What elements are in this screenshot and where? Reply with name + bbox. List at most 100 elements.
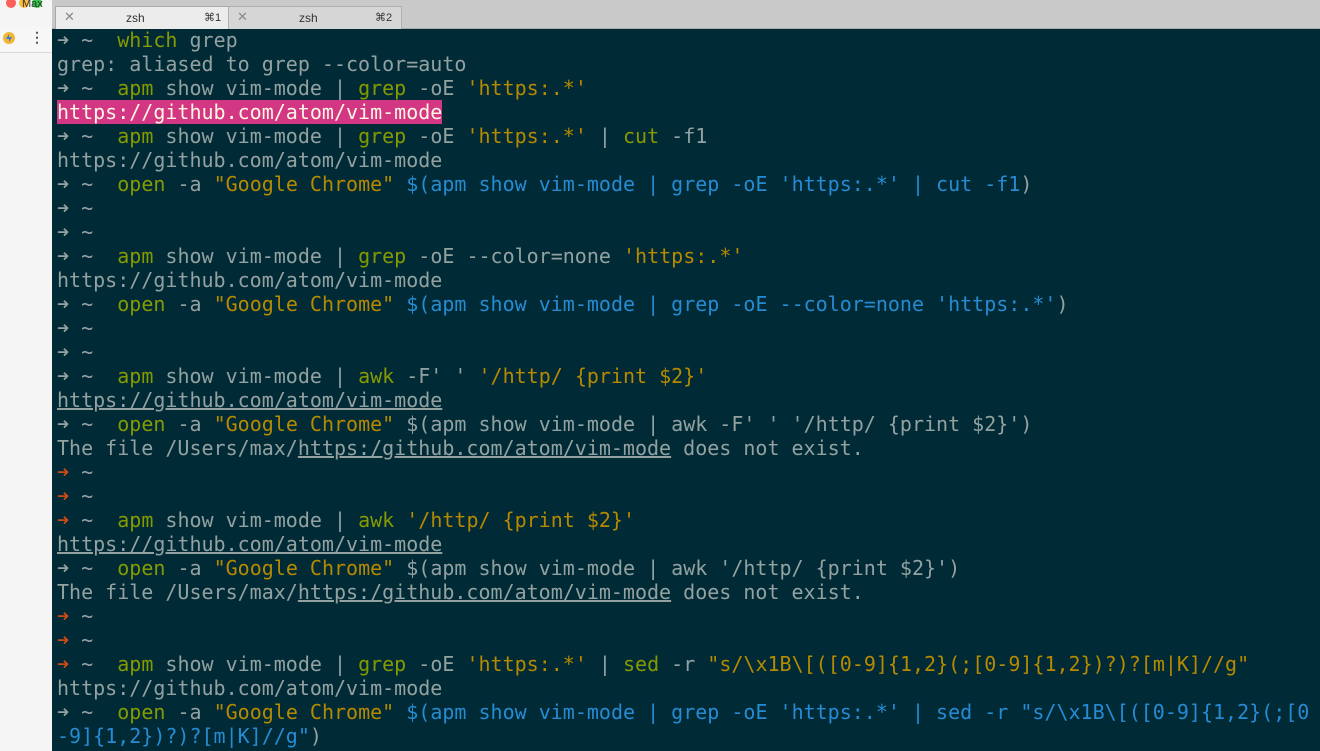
terminal-text: -r: [659, 652, 708, 676]
terminal-text: -oE: [406, 124, 467, 148]
prompt-dir: ~: [81, 220, 94, 244]
terminal-text: apm: [117, 76, 154, 100]
prompt-line: ➜ ~ open -a "Google Chrome" $(apm show v…: [57, 292, 1309, 316]
prompt-arrow-icon: ➜: [57, 172, 70, 196]
terminal-text: $(apm show vim-mode | awk '/http/ {print…: [394, 556, 961, 580]
prompt-line: ➜ ~ open -a "Google Chrome" $(apm show v…: [57, 172, 1309, 196]
terminal-text: show vim-mode |: [153, 652, 359, 676]
terminal-text: open: [117, 292, 166, 316]
terminal-text: -oE: [406, 76, 467, 100]
tab-shortcut: ⌘2: [375, 12, 393, 24]
prompt-arrow-icon: ➜: [57, 124, 70, 148]
terminal-text: |: [586, 652, 623, 676]
terminal-text: $(apm show vim-mode | grep -oE --color=n…: [406, 292, 1057, 316]
terminal-text: "Google Chrome": [213, 412, 395, 436]
terminal-text: apm: [117, 508, 154, 532]
terminal-text: https://github.com/atom/vim-mode: [57, 388, 443, 412]
output-line: https://github.com/atom/vim-mode: [57, 532, 1309, 556]
terminal-text: $(apm show vim-mode | grep -oE 'https:.*…: [406, 172, 1021, 196]
prompt-line: ➜ ~: [57, 604, 1309, 628]
terminal-text: "Google Chrome": [213, 172, 395, 196]
background-browser-window: Max ⋮: [0, 0, 53, 751]
terminal-text: grep: [358, 76, 407, 100]
output-line: grep: aliased to grep --color=auto: [57, 52, 1309, 76]
prompt-line: ➜ ~ apm show vim-mode | awk -F' ' '/http…: [57, 364, 1309, 388]
prompt-arrow-error-icon: ➜: [57, 604, 70, 628]
output-line: The file /Users/max/https:/github.com/at…: [57, 436, 1309, 460]
terminal-text: https://github.com/atom/vim-mode: [57, 532, 443, 556]
terminal-text: 'https:.*': [466, 652, 587, 676]
terminal-text: "Google Chrome": [213, 556, 395, 580]
terminal-text: ): [309, 724, 322, 748]
output-line: The file /Users/max/https:/github.com/at…: [57, 580, 1309, 604]
terminal-text: 'https:.*': [466, 124, 587, 148]
prompt-line: ➜ ~: [57, 628, 1309, 652]
close-tab-icon[interactable]: ✕: [64, 9, 75, 25]
prompt-arrow-error-icon: ➜: [57, 460, 70, 484]
prompt-dir: ~: [81, 124, 94, 148]
prompt-line: ➜ ~ apm show vim-mode | grep -oE --color…: [57, 244, 1309, 268]
prompt-arrow-error-icon: ➜: [57, 484, 70, 508]
prompt-line: ➜ ~: [57, 460, 1309, 484]
terminal-text: "s/\x1B\[([0-9]{1,2}(;[0-9]{1,2})?)?[m|K…: [707, 652, 1250, 676]
profile-name[interactable]: Max: [22, 0, 43, 10]
terminal-text: '/http/ {print $2}': [406, 508, 636, 532]
terminal-window: ✕ zsh ⌘1 ✕ zsh ⌘2 ➜ ~ which grep grep: al…: [52, 0, 1320, 751]
terminal-text: '/http/ {print $2}': [478, 364, 708, 388]
output-line: https://github.com/atom/vim-mode: [57, 388, 1309, 412]
terminal-output[interactable]: ➜ ~ which grep grep: aliased to grep --co…: [57, 28, 1309, 748]
prompt-line: ➜ ~ open -a "Google Chrome" $(apm show v…: [57, 700, 1309, 724]
terminal-text: show vim-mode |: [153, 124, 359, 148]
prompt-dir: ~: [81, 292, 94, 316]
terminal-text: grep: [358, 244, 407, 268]
prompt-line: ➜ ~ apm show vim-mode | awk '/http/ {pri…: [57, 508, 1309, 532]
prompt-dir: ~: [81, 628, 94, 652]
terminal-text: https://github.com/atom/vim-mode: [57, 676, 443, 700]
terminal-text: https://github.com/atom/vim-mode: [57, 268, 443, 292]
prompt-dir: ~: [81, 28, 94, 52]
prompt-line: ➜ ~ which grep: [57, 28, 1309, 52]
terminal-text: does not exist.: [671, 580, 864, 604]
prompt-dir: ~: [81, 508, 94, 532]
terminal-text: The file /Users/max/: [57, 580, 298, 604]
terminal-text: cut: [623, 124, 660, 148]
terminal-text: ): [1020, 172, 1033, 196]
terminal-text: -a: [165, 556, 214, 580]
terminal-text: "Google Chrome": [213, 292, 395, 316]
terminal-text: show vim-mode |: [153, 364, 359, 388]
terminal-text: |: [586, 124, 623, 148]
terminal-text: grep: [358, 652, 407, 676]
terminal-text: -oE --color=none: [406, 244, 623, 268]
output-line: https://github.com/atom/vim-mode: [57, 148, 1309, 172]
terminal-text: https://github.com/atom/vim-mode: [57, 148, 443, 172]
tab-zsh-1[interactable]: ✕ zsh ⌘1: [55, 6, 229, 29]
prompt-dir: ~: [81, 340, 94, 364]
extension-icon[interactable]: [2, 31, 16, 45]
more-menu-icon[interactable]: ⋮: [30, 30, 44, 44]
prompt-line: ➜ ~: [57, 484, 1309, 508]
close-tab-icon[interactable]: ✕: [237, 9, 248, 25]
terminal-text: $(apm show vim-mode | grep -oE 'https:.*…: [406, 700, 1310, 724]
tab-title: zsh: [126, 11, 145, 25]
prompt-line: ➜ ~: [57, 196, 1309, 220]
terminal-text: https://github.com/atom/vim-mode: [57, 100, 443, 124]
terminal-text: -a: [165, 292, 214, 316]
prompt-arrow-icon: ➜: [57, 700, 70, 724]
prompt-dir: ~: [81, 700, 94, 724]
output-line: -9]{1,2})?)?[m|K]//g"): [57, 724, 1309, 748]
terminal-text: The file /Users/max/: [57, 436, 298, 460]
close-light-icon[interactable]: [6, 0, 16, 8]
prompt-dir: ~: [81, 556, 94, 580]
prompt-line: ➜ ~: [57, 220, 1309, 244]
terminal-text: open: [117, 556, 166, 580]
prompt-dir: ~: [81, 412, 94, 436]
terminal-text: sed: [623, 652, 660, 676]
prompt-arrow-icon: ➜: [57, 196, 70, 220]
tab-zsh-2[interactable]: ✕ zsh ⌘2: [228, 6, 402, 29]
terminal-text: 'https:.*': [466, 76, 587, 100]
terminal-text: open: [117, 172, 166, 196]
prompt-dir: ~: [81, 316, 94, 340]
